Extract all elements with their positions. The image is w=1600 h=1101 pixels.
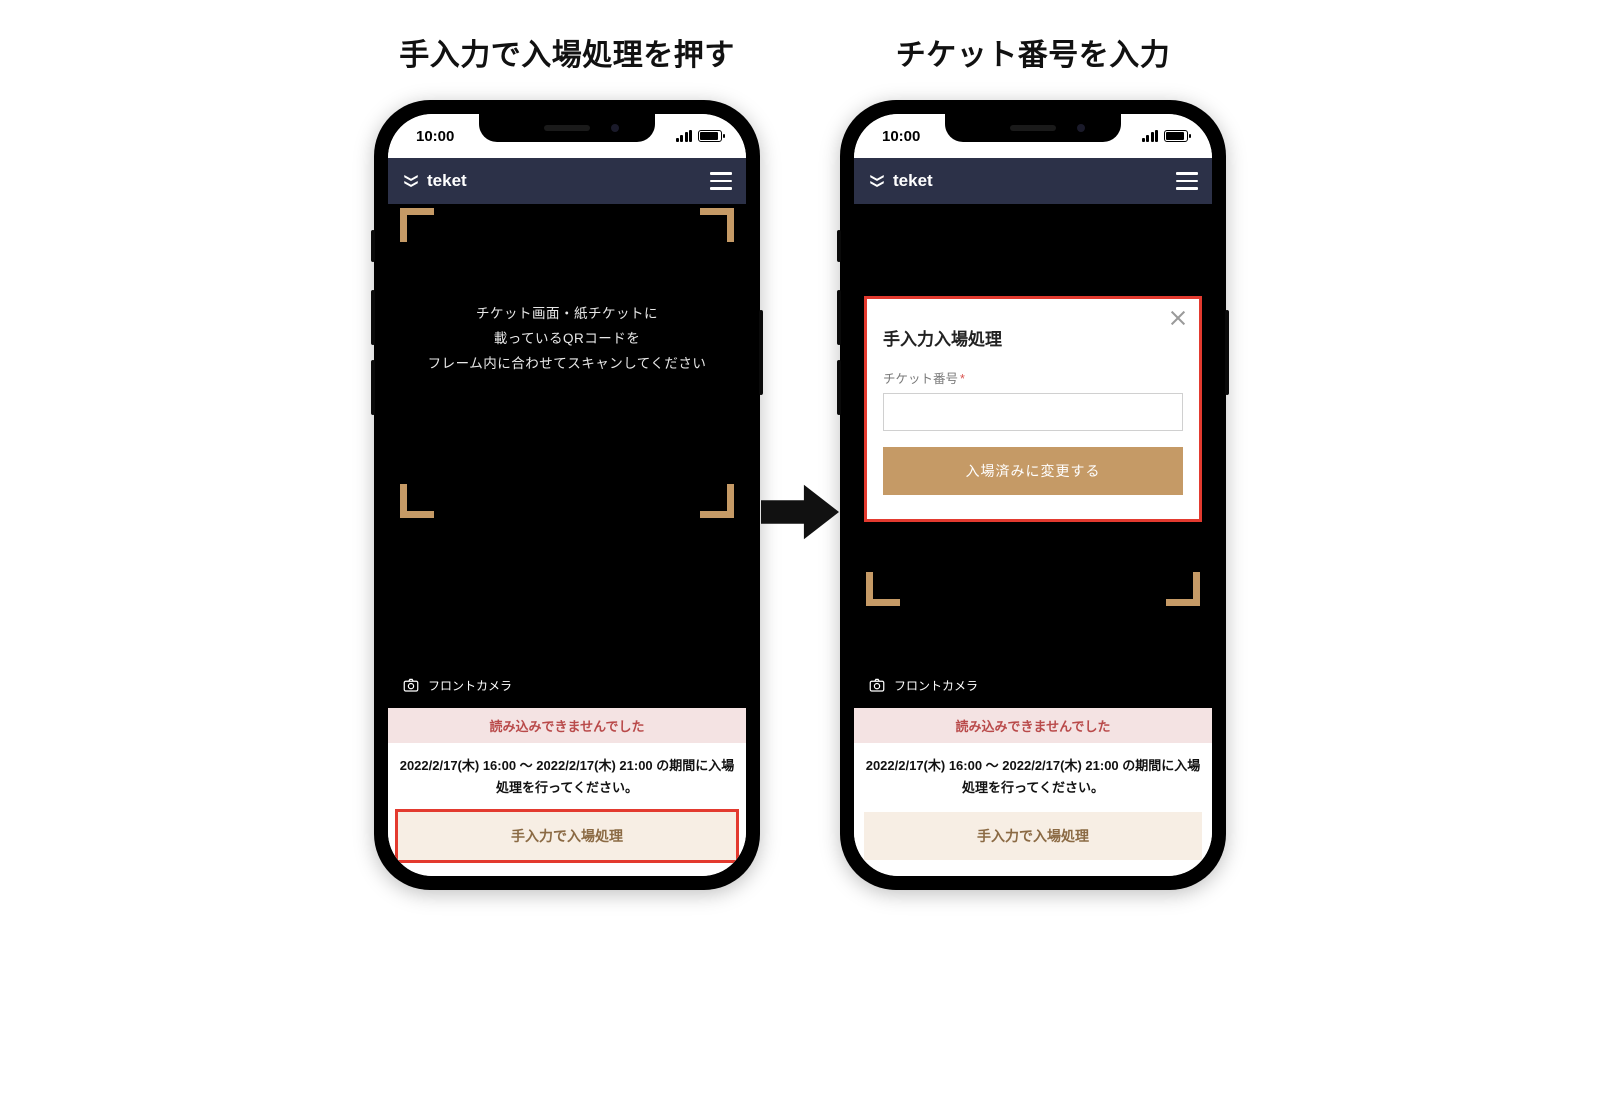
close-icon[interactable] [1167,307,1189,329]
menu-icon[interactable] [1176,172,1198,190]
app-header: teket [854,158,1212,204]
side-button [371,360,375,415]
camera-icon [868,676,886,694]
signal-icon [676,130,693,142]
side-button [837,360,841,415]
side-button [837,290,841,345]
manual-entry-button[interactable]: 手入力で入場処理 [864,812,1202,860]
side-button [837,230,841,262]
camera-viewport: チケット画面・紙チケットに 載っているQRコードを フレーム内に合わせてスキャン… [388,204,746,708]
error-banner: 読み込みできませんでした [388,708,746,743]
submit-button[interactable]: 入場済みに変更する [883,447,1183,495]
bottom-pane: 読み込みできませんでした 2022/2/17(木) 16:00 〜 2022/2… [388,708,746,876]
manual-entry-button[interactable]: 手入力で入場処理 [398,812,736,860]
side-button [371,290,375,345]
period-message: 2022/2/17(木) 16:00 〜 2022/2/17(木) 21:00 … [388,743,746,812]
side-button [371,230,375,262]
manual-entry-modal: 手入力入場処理 チケット番号* 入場済みに変更する [864,296,1202,522]
menu-icon[interactable] [710,172,732,190]
brand-label: teket [427,171,467,191]
frame-corner-icon [700,208,734,242]
phone-notch [479,114,655,142]
frame-corner-icon [400,208,434,242]
battery-icon [698,130,722,142]
front-camera-toggle[interactable]: フロントカメラ [402,676,512,694]
frame-corner-icon [866,572,900,606]
heading-right: チケット番号を入力 [896,30,1171,74]
frame-corner-icon [700,484,734,518]
required-mark: * [960,372,965,386]
ticket-icon [868,172,886,190]
scan-instruction: チケット画面・紙チケットに 載っているQRコードを フレーム内に合わせてスキャン… [388,302,746,377]
phone-frame-right: 10:00 teket [840,100,1226,890]
camera-icon [402,676,420,694]
brand-label: teket [893,171,933,191]
brand[interactable]: teket [868,171,933,191]
signal-icon [1142,130,1159,142]
heading-left: 手入力で入場処理を押す [399,30,735,74]
front-camera-label: フロントカメラ [894,677,978,694]
battery-icon [1164,130,1188,142]
camera-viewport: フロントカメラ 手入力入場処理 チケット番号* 入場済みに変更する [854,204,1212,708]
modal-title: 手入力入場処理 [883,325,1183,350]
period-message: 2022/2/17(木) 16:00 〜 2022/2/17(木) 21:00 … [854,743,1212,812]
ticket-number-label: チケット番号* [883,368,1183,387]
ticket-icon [402,172,420,190]
frame-corner-icon [1166,572,1200,606]
scan-frame [866,534,1200,606]
phone-notch [945,114,1121,142]
side-button [759,310,763,395]
error-banner: 読み込みできませんでした [854,708,1212,743]
ticket-number-input[interactable] [883,393,1183,431]
brand[interactable]: teket [402,171,467,191]
front-camera-label: フロントカメラ [428,677,512,694]
front-camera-toggle[interactable]: フロントカメラ [868,676,978,694]
status-time: 10:00 [416,128,454,145]
side-button [1225,310,1229,395]
phone-frame-left: 10:00 teket [374,100,760,890]
app-header: teket [388,158,746,204]
arrow-right-icon [761,480,839,549]
bottom-pane: 読み込みできませんでした 2022/2/17(木) 16:00 〜 2022/2… [854,708,1212,876]
status-time: 10:00 [882,128,920,145]
frame-corner-icon [400,484,434,518]
